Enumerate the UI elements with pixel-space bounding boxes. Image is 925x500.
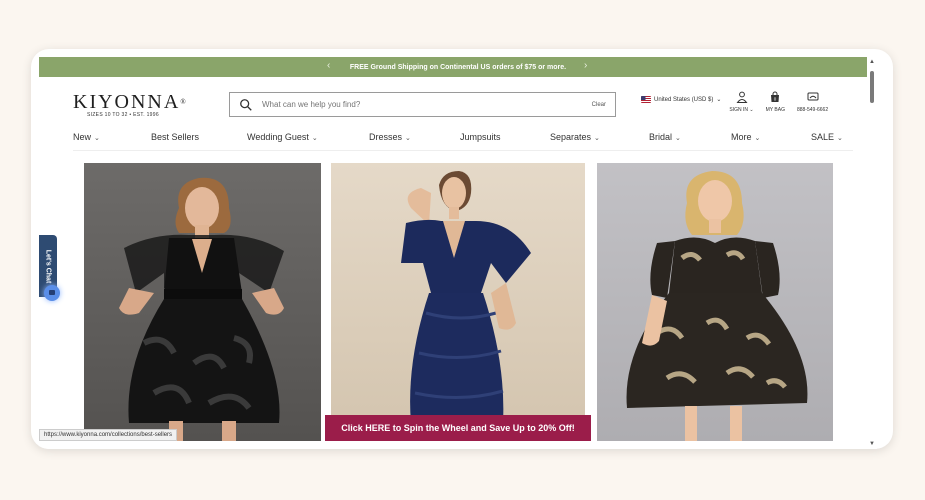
nav-label: Wedding Guest — [247, 132, 309, 142]
scrollbar-thumb[interactable] — [870, 71, 874, 103]
status-url-tooltip: https://www.kiyonna.com/collections/best… — [39, 429, 178, 441]
main-nav: New ⌄ Best Sellers Wedding Guest ⌄ Dresses… — [39, 129, 877, 147]
phone-number: 888-549-6662 — [796, 107, 829, 113]
nav-item-best-sellers[interactable]: Best Sellers — [151, 132, 199, 142]
shopping-bag-icon: 0 — [771, 91, 780, 102]
bag-button[interactable]: 0 MY BAG — [766, 91, 785, 113]
us-flag-icon — [641, 96, 651, 103]
search-icon — [240, 98, 252, 111]
nav-item-jumpsuits[interactable]: Jumpsuits — [460, 132, 501, 142]
chevron-left-icon[interactable]: ‹ — [327, 60, 330, 71]
chevron-down-icon: ⌄ — [716, 97, 722, 103]
chevron-down-icon: ⌄ — [837, 135, 843, 142]
search-bar[interactable]: Clear — [229, 92, 616, 117]
site-header: KIYONNA® SIZES 10 TO 32 • EST. 1996 Clea… — [39, 77, 877, 129]
nav-item-bridal[interactable]: Bridal ⌄ — [649, 132, 681, 142]
browser-frame: ‹ FREE Ground Shipping on Continental US… — [31, 49, 893, 449]
product-image-black-dress[interactable] — [84, 163, 321, 441]
chevron-right-icon[interactable]: › — [584, 60, 587, 71]
chevron-down-icon: ⌄ — [94, 135, 100, 142]
nav-item-more[interactable]: More ⌄ — [731, 132, 760, 142]
product-image-metallic-dress[interactable] — [597, 163, 833, 441]
nav-item-sale[interactable]: SALE ⌄ — [811, 132, 843, 142]
chat-bubble-icon[interactable] — [44, 285, 60, 301]
chevron-down-icon: ⌄ — [675, 135, 681, 142]
brand-name: KIYONNA — [73, 91, 181, 113]
scroll-up-icon[interactable]: ▲ — [869, 59, 875, 65]
page-scrollbar[interactable]: ▲ ▼ — [867, 57, 877, 449]
header-utilities: United States (USD $) ⌄ SIGN IN ⌄ 0 MY B… — [641, 91, 840, 123]
nav-label: Bridal — [649, 132, 673, 142]
spin-wheel-promo-button[interactable]: Click HERE to Spin the Wheel and Save Up… — [325, 415, 591, 441]
country-label: United States (USD $) — [654, 96, 714, 103]
nav-label: Best Sellers — [151, 132, 200, 142]
nav-label: Jumpsuits — [460, 132, 501, 142]
phone-button[interactable]: 888-549-6662 — [797, 91, 828, 113]
country-selector[interactable]: United States (USD $) ⌄ — [641, 96, 721, 103]
nav-item-separates[interactable]: Separates ⌄ — [550, 132, 600, 142]
nav-label: SALE — [811, 132, 835, 142]
chevron-down-icon: ⌄ — [405, 135, 411, 142]
chevron-down-icon: ⌄ — [754, 135, 761, 142]
chevron-down-icon: ⌄ — [594, 135, 600, 142]
nav-label: Separates — [550, 132, 592, 142]
nav-item-wedding-guest[interactable]: Wedding Guest ⌄ — [247, 132, 318, 142]
phone-icon — [807, 92, 819, 101]
bag-label: MY BAG — [765, 107, 785, 113]
chevron-down-icon: ⌄ — [749, 107, 754, 113]
brand-reg-mark: ® — [180, 98, 188, 106]
nav-item-new[interactable]: New ⌄ — [73, 132, 100, 142]
nav-item-dresses[interactable]: Dresses ⌄ — [369, 132, 411, 142]
nav-divider — [73, 150, 853, 151]
brand-logo[interactable]: KIYONNA® SIZES 10 TO 32 • EST. 1996 — [73, 91, 186, 118]
product-image-navy-dress[interactable] — [331, 163, 585, 441]
search-input[interactable] — [262, 100, 592, 109]
nav-label: New — [73, 132, 92, 142]
nav-label: Dresses — [369, 132, 403, 142]
search-clear-button[interactable]: Clear — [592, 102, 606, 108]
announcement-bar: ‹ FREE Ground Shipping on Continental US… — [39, 57, 877, 77]
chat-label: Let's Chat — [44, 249, 52, 283]
scroll-down-icon[interactable]: ▼ — [869, 441, 875, 447]
sign-in-label: SIGN IN — [729, 107, 749, 113]
announcement-text: FREE Ground Shipping on Continental US o… — [349, 63, 567, 71]
page-viewport: ‹ FREE Ground Shipping on Continental US… — [39, 57, 877, 449]
chevron-down-icon: ⌄ — [311, 135, 318, 142]
sign-in-button[interactable]: SIGN IN ⌄ — [729, 91, 754, 113]
nav-label: More — [731, 132, 752, 142]
user-icon — [735, 91, 748, 103]
